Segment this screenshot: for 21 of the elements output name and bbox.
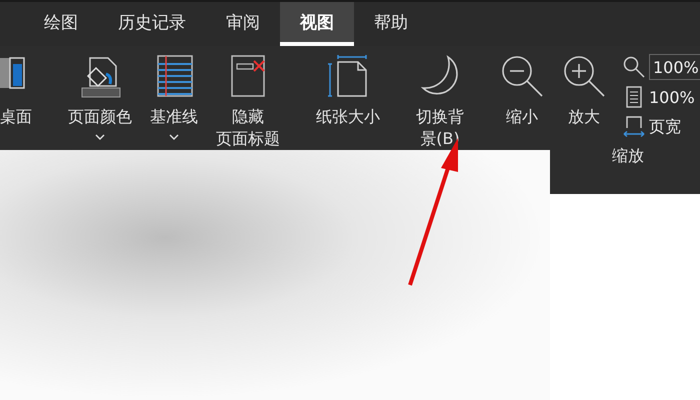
- search-icon: [623, 56, 645, 78]
- ribbon-button[interactable]: 100%: [623, 84, 700, 110]
- ribbon-button[interactable]: 缩小: [491, 54, 553, 128]
- ribbon-button[interactable]: 放大: [553, 54, 615, 128]
- ribbon-button[interactable]: 隐藏 页面标题: [207, 54, 289, 150]
- ribbon-tab[interactable]: 视图: [280, 2, 354, 46]
- ribbon-button[interactable]: 纸张大小: [307, 54, 389, 128]
- ribbon-tab[interactable]: 历史记录: [98, 2, 206, 46]
- ribbon-button[interactable]: 页宽: [623, 114, 700, 140]
- ribbon-button[interactable]: 页面颜色: [59, 54, 141, 140]
- ribbon-button[interactable]: 桌面: [0, 54, 41, 128]
- zoom-input[interactable]: 100%: [649, 54, 700, 80]
- paper-size-icon: [326, 54, 370, 98]
- ribbon-tab[interactable]: 审阅: [206, 2, 280, 46]
- ribbon-tab[interactable]: 绘图: [24, 2, 98, 46]
- page-width-icon: [623, 116, 645, 138]
- ribbon-tab[interactable]: 帮助: [354, 2, 428, 46]
- ribbon-button[interactable]: 基准线: [141, 54, 207, 140]
- zoom-in-icon: [562, 54, 606, 98]
- zoom-out-icon: [500, 54, 544, 98]
- group-label: 缩放: [611, 146, 644, 167]
